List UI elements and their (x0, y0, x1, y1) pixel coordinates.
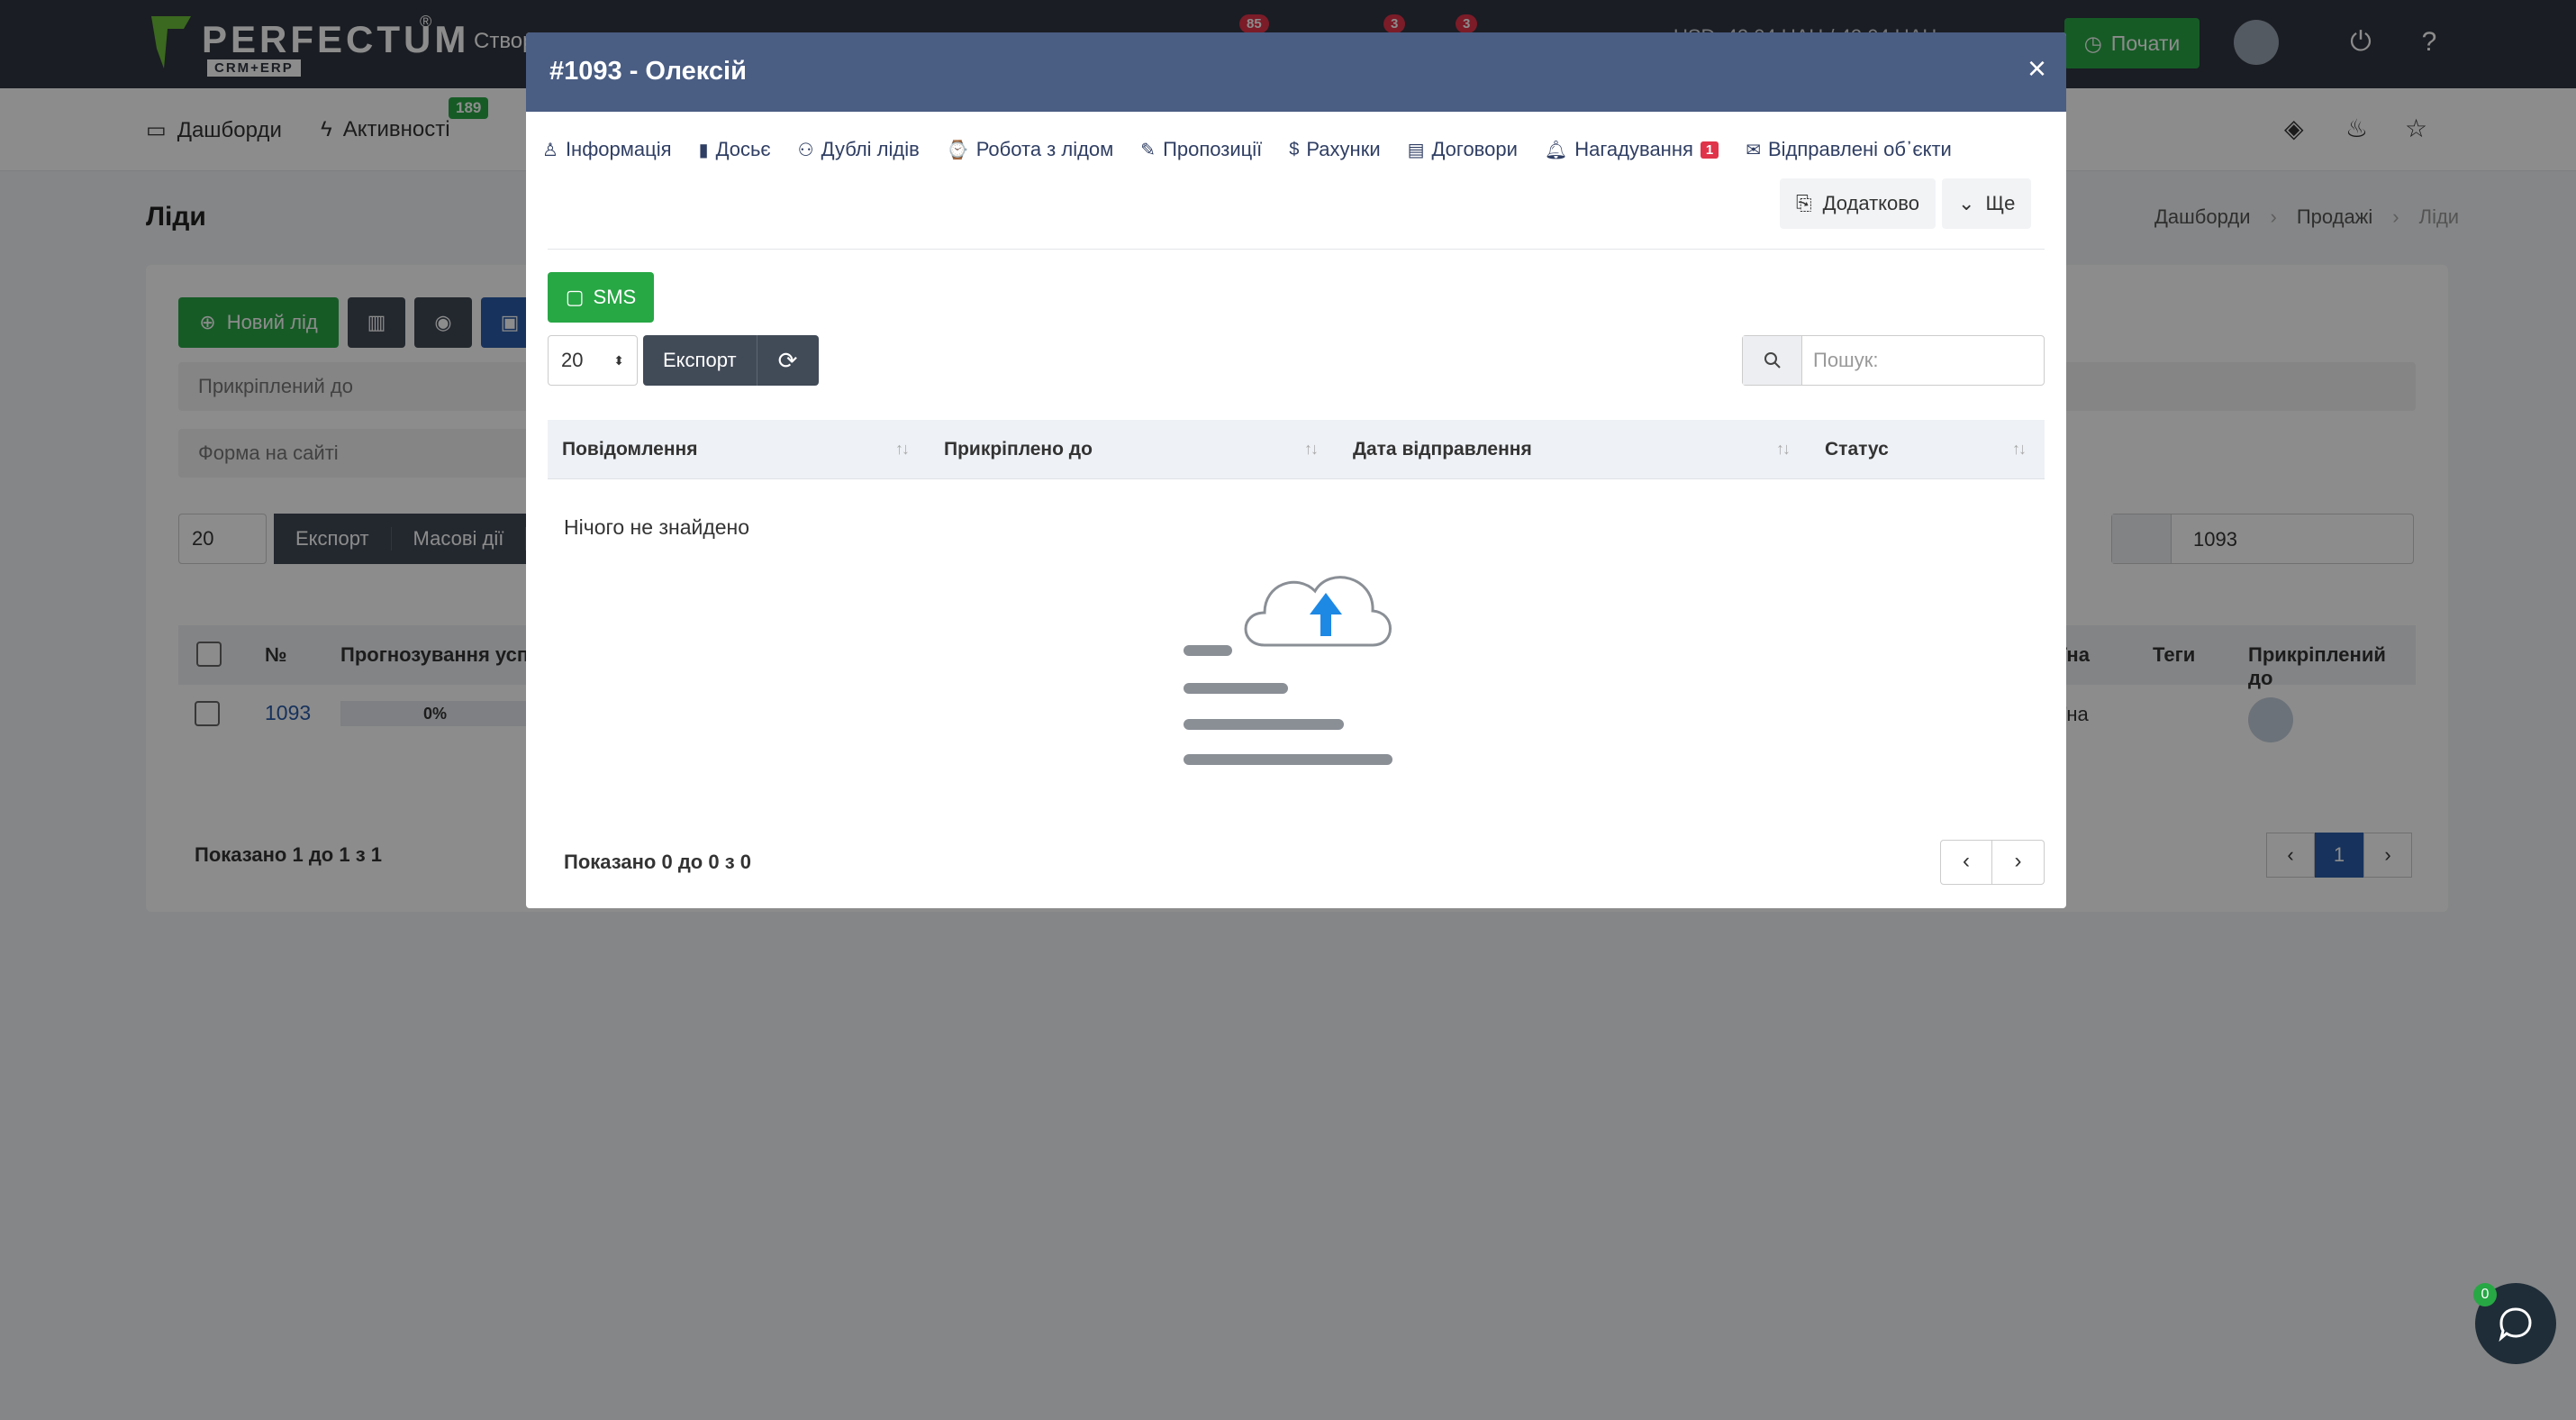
tab-label: Дублі лідів (821, 138, 920, 160)
pagination: ‹ › (1940, 840, 2045, 885)
tab-information[interactable]: ♙ Інформація (542, 138, 672, 161)
more-button[interactable]: ⌄ Ще (1942, 178, 2032, 229)
additional-button[interactable]: ⎘ Додатково (1780, 178, 1936, 229)
export-group: Експорт ⟳ (643, 335, 819, 386)
tab-contracts[interactable]: ▤ Договори (1408, 138, 1518, 161)
next-page-button[interactable]: › (1992, 840, 2045, 885)
tab-duplicates[interactable]: ⚇ Дублі лідів (798, 138, 920, 161)
chevron-down-icon: ⌄ (1958, 192, 1975, 214)
column-label: Повідомлення (562, 439, 698, 460)
column-date[interactable]: Дата відправлення (1353, 420, 1532, 479)
watch-icon: ⌚ (946, 140, 969, 160)
search-input[interactable] (1813, 345, 2029, 376)
modal-tabs: ♙ Інформація ▮ Досьє ⚇ Дублі лідів ⌚ Роб… (542, 130, 1979, 169)
mail-icon: ✉ (1746, 140, 1761, 160)
users-icon: ⚇ (797, 140, 814, 160)
dollar-icon: $ (1289, 139, 1300, 159)
tab-label: Пропозиції (1163, 138, 1263, 160)
column-message[interactable]: Повідомлення (562, 420, 697, 479)
sms-button[interactable]: ▢ SMS (548, 272, 654, 323)
tab-label: Відправлені об᾿єкти (1768, 138, 1952, 160)
tab-label: Досьє (715, 138, 771, 160)
chat-icon (2499, 1307, 2532, 1342)
tab-proposals[interactable]: ✎ Пропозиції (1140, 138, 1262, 161)
messages-table-header: Повідомлення ↑↓ Прикріплено до ↑↓ Дата в… (548, 420, 2045, 479)
tab-label: Інформація (565, 138, 672, 160)
tab-dossier[interactable]: ▮ Досьє (699, 138, 771, 161)
refresh-icon[interactable]: ⟳ (757, 347, 819, 375)
more-label: Ще (1985, 192, 2016, 214)
prev-page-button[interactable]: ‹ (1940, 840, 1992, 885)
sort-icon[interactable]: ↑↓ (1776, 440, 1791, 459)
empty-line-icon (1184, 754, 1392, 765)
tab-label: Рахунки (1306, 138, 1381, 160)
close-icon[interactable]: × (2027, 52, 2046, 85)
column-status[interactable]: Статус (1825, 420, 1889, 479)
column-label: Дата відправлення (1353, 439, 1532, 460)
tab-sent-objects[interactable]: ✉ Відправлені об᾿єкти (1746, 138, 1952, 161)
per-page-select[interactable]: 20 ⬍ (548, 335, 638, 386)
search-box (1742, 335, 2045, 386)
message-icon: ▢ (565, 286, 585, 308)
chat-badge: 0 (2473, 1283, 2497, 1306)
additional-label: Додатково (1822, 192, 1919, 214)
book-icon: ▮ (698, 140, 709, 160)
empty-cloud-icon (1184, 576, 1392, 730)
column-attached[interactable]: Прикріплено до (944, 420, 1093, 479)
user-icon: ♙ (542, 140, 558, 160)
document-icon: ▤ (1407, 140, 1425, 160)
search-icon (1743, 336, 1802, 385)
column-label: Статус (1825, 439, 1889, 460)
pencil-icon: ✎ (1140, 140, 1156, 160)
empty-message: Нічого не знайдено (564, 515, 750, 539)
modal-title: #1093 - Олексій (549, 57, 747, 86)
reminders-badge: 1 (1700, 141, 1719, 159)
lead-modal: #1093 - Олексій × ♙ Інформація ▮ Досьє ⚇… (526, 32, 2066, 908)
paperclip-icon: ⎘ (1796, 192, 1812, 214)
column-label: Прикріплено до (944, 439, 1093, 460)
tab-label: Договори (1431, 138, 1518, 160)
table-info: Показано 0 до 0 з 0 (564, 851, 751, 873)
modal-header: #1093 - Олексій × (526, 32, 2066, 112)
sort-icon[interactable]: ↑↓ (1304, 440, 1319, 459)
tab-label: Робота з лідом (975, 138, 1114, 160)
divider (548, 249, 2045, 250)
tab-invoices[interactable]: $ Рахунки (1289, 138, 1380, 161)
tab-lead-work[interactable]: ⌚ Робота з лідом (947, 138, 1114, 161)
sort-icon[interactable]: ↑↓ (895, 440, 910, 459)
sort-arrows-icon: ⬍ (613, 353, 624, 368)
tab-reminders[interactable]: 🔔︎ Нагадування 1 (1545, 138, 1719, 161)
sort-icon[interactable]: ↑↓ (2012, 440, 2027, 459)
per-page-value: 20 (561, 349, 584, 371)
sms-label: SMS (593, 286, 637, 308)
bell-icon: 🔔︎ (1544, 140, 1568, 160)
tab-label: Нагадування (1574, 138, 1693, 160)
export-button[interactable]: Експорт (643, 335, 757, 386)
